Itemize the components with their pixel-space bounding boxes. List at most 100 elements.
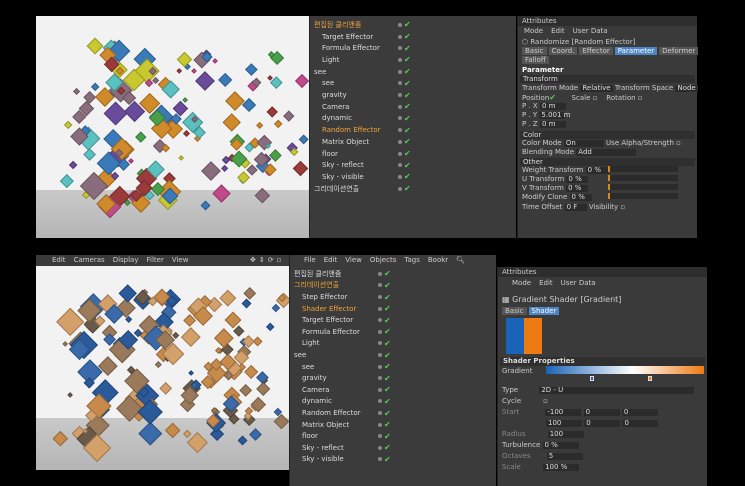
enabled-check-icon[interactable]: ✔ [384,443,391,452]
object-name[interactable]: Target Effector [302,316,353,324]
editor-dot-icon[interactable] [398,34,402,39]
object-name[interactable]: Random Effector [322,126,381,134]
om-menu-edit[interactable]: Edit [324,256,338,264]
object-name[interactable]: Shader Effector [302,305,356,313]
editor-dot-icon[interactable] [378,306,382,311]
object-row[interactable]: 그리데이션연출 ✔ [310,183,516,195]
editor-dot-icon[interactable] [378,376,382,381]
attribute-manager-bottom[interactable]: Attributes Mode Edit User Data ▦ Gradien… [497,267,707,486]
enabled-check-icon[interactable]: ✔ [384,304,391,313]
modclone-slider[interactable] [608,193,678,199]
object-row[interactable]: Sky - visible ✔ [290,454,496,466]
enabled-check-icon[interactable]: ✔ [404,102,411,111]
visibility-dots[interactable]: ✔ [378,397,391,406]
object-name[interactable]: Target Effector [322,33,373,41]
weight-slider[interactable] [608,166,678,172]
octaves-field[interactable]: 5 [546,452,583,460]
enabled-check-icon[interactable]: ✔ [404,20,411,29]
editor-dot-icon[interactable] [398,128,402,133]
object-name[interactable]: Sky - reflect [322,161,364,169]
weight-field[interactable]: 0 % [585,166,608,174]
group-other[interactable]: Other [520,158,695,166]
visibility-dots[interactable]: ✔ [398,114,411,123]
editor-dot-icon[interactable] [398,22,402,27]
search-icon[interactable]: 🔍︎ [456,256,465,264]
om-menu-file[interactable]: File [304,256,316,264]
object-name[interactable]: see [294,351,306,359]
editor-dot-icon[interactable] [398,104,402,109]
object-manager-top[interactable]: 편집된 클리앤줌 ✔ Target Effector ✔ Formula Effecto… [309,16,516,238]
px-field[interactable]: 0 m [539,102,566,110]
editor-dot-icon[interactable] [398,57,402,62]
object-row[interactable]: Step Effector ✔ [290,291,496,303]
enabled-check-icon[interactable]: ✔ [404,44,411,53]
rotate-icon[interactable]: ⟳ [268,256,274,264]
turbulence-field[interactable]: 0 % [542,441,579,449]
enabled-check-icon[interactable]: ✔ [384,420,391,429]
enabled-check-icon[interactable]: ✔ [384,281,391,290]
viewport-bottom[interactable] [36,266,289,470]
object-name[interactable]: Sky - visible [302,455,344,463]
visibility-dots[interactable]: ✔ [378,455,391,464]
tab-basic[interactable]: Basic [502,307,527,315]
editor-dot-icon[interactable] [398,151,402,156]
object-name[interactable]: 편집된 클리앤줌 [314,20,361,30]
visibility-dots[interactable]: ✔ [378,327,391,336]
menu-mode[interactable]: Mode [512,279,531,287]
vtrans-field[interactable]: 0 % [566,184,589,192]
utrans-field[interactable]: 0 % [566,175,589,183]
visibility-dots[interactable]: ✔ [398,102,411,111]
object-row[interactable]: Target Effector ✔ [290,314,496,326]
vp-menu-edit[interactable]: Edit [52,256,66,264]
visibility-dots[interactable]: ✔ [378,351,391,360]
visibility-dots[interactable]: ✔ [378,385,391,394]
visibility-checkbox[interactable]: ▫ [618,203,625,211]
visibility-dots[interactable]: ✔ [378,409,391,418]
editor-dot-icon[interactable] [378,329,382,334]
editor-dot-icon[interactable] [378,399,382,404]
object-name[interactable]: Formula Effector [322,44,380,52]
end-z-field[interactable]: 0 [622,419,659,427]
py-field[interactable]: 5.001 m [539,111,571,119]
object-row[interactable]: Camera ✔ [310,101,516,113]
object-name[interactable]: Matrix Object [322,138,369,146]
scale-field[interactable]: 100 % [543,463,580,471]
group-transform[interactable]: Transform [520,75,695,83]
visibility-dots[interactable]: ✔ [398,55,411,64]
editor-dot-icon[interactable] [378,457,382,462]
object-row[interactable]: gravity ✔ [310,89,516,101]
enabled-check-icon[interactable]: ✔ [404,114,411,123]
visibility-dots[interactable]: ✔ [398,79,411,88]
enabled-check-icon[interactable]: ✔ [384,316,391,325]
object-name[interactable]: gravity [302,374,327,382]
object-row[interactable]: Camera ✔ [290,384,496,396]
object-name[interactable]: Sky - reflect [302,444,344,452]
editor-dot-icon[interactable] [378,271,382,276]
editor-dot-icon[interactable] [378,434,382,439]
object-name[interactable]: Light [302,339,319,347]
object-name[interactable]: Formula Effector [302,328,360,336]
object-row[interactable]: Random Effector ✔ [290,407,496,419]
visibility-dots[interactable]: ✔ [378,293,391,302]
menu-user-data[interactable]: User Data [561,279,596,287]
visibility-dots[interactable]: ✔ [378,281,391,290]
editor-dot-icon[interactable] [378,318,382,323]
enabled-check-icon[interactable]: ✔ [404,172,411,181]
enabled-check-icon[interactable]: ✔ [404,79,411,88]
object-row[interactable]: dynamic ✔ [290,396,496,408]
object-row[interactable]: Matrix Object ✔ [290,419,496,431]
enabled-check-icon[interactable]: ✔ [384,362,391,371]
tab-effector[interactable]: Effector [579,47,613,55]
tab-basic[interactable]: Basic [522,47,547,55]
visibility-dots[interactable]: ✔ [378,304,391,313]
object-name[interactable]: Camera [322,103,349,111]
enabled-check-icon[interactable]: ✔ [384,455,391,464]
object-row[interactable]: see ✔ [310,78,516,90]
object-row[interactable]: floor ✔ [290,430,496,442]
enabled-check-icon[interactable]: ✔ [404,149,411,158]
maximize-icon[interactable]: ▫ [277,256,282,264]
pz-field[interactable]: 0 m [539,120,566,128]
radius-field[interactable]: 100 [547,430,584,438]
vp-menu-filter[interactable]: Filter [147,256,164,264]
enabled-check-icon[interactable]: ✔ [384,397,391,406]
